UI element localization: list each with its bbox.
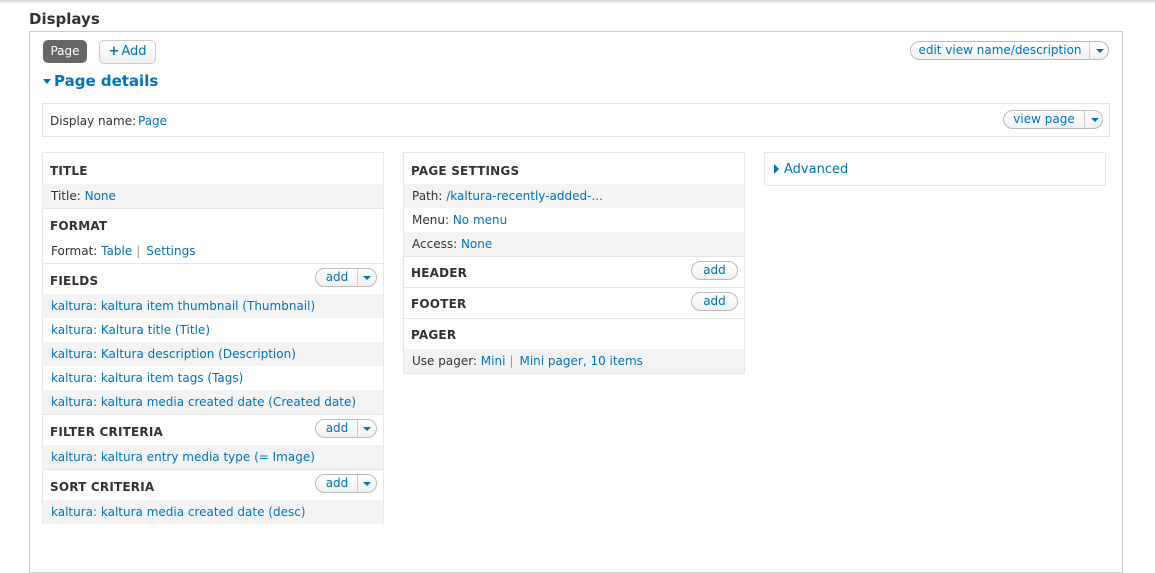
page-settings-heading: PAGE SETTINGS: [411, 164, 520, 178]
pager-settings-link[interactable]: Mini pager, 10 items: [519, 354, 642, 368]
filter-link[interactable]: kaltura: kaltura entry media type (= Ima…: [51, 450, 315, 464]
format-heading: FORMAT: [50, 219, 108, 233]
sort-criteria-heading: SORT CRITERIA: [50, 480, 155, 494]
chevron-down-icon[interactable]: [357, 420, 376, 437]
chevron-down-icon[interactable]: [1089, 42, 1108, 59]
access-row: Access: None: [404, 232, 744, 256]
pager-type-link[interactable]: Mini: [481, 354, 506, 368]
displays-heading: Displays: [29, 10, 100, 28]
advanced-label: Advanced: [784, 162, 849, 177]
pager-row: Use pager: Mini | Mini pager, 10 items: [404, 349, 744, 373]
display-name-bar: Display name: Page: [42, 103, 1110, 137]
chevron-down-icon[interactable]: [357, 269, 376, 286]
filter-item: kaltura: kaltura entry media type (= Ima…: [43, 445, 383, 469]
field-item: kaltura: kaltura item tags (Tags): [43, 366, 383, 390]
pager-label: Use pager:: [412, 354, 477, 368]
menu-row: Menu: No menu: [404, 208, 744, 232]
divider: [43, 208, 383, 209]
add-display-label: Add: [121, 44, 147, 59]
triangle-right-icon: [774, 164, 779, 174]
field-item: kaltura: Kaltura title (Title): [43, 318, 383, 342]
divider: [404, 287, 744, 288]
title-row: Title: None: [43, 184, 383, 208]
fields-heading: FIELDS: [50, 274, 99, 288]
header-heading: HEADER: [411, 266, 468, 280]
add-label: add: [703, 263, 726, 277]
menu-label: Menu:: [412, 213, 449, 227]
separator: |: [136, 244, 141, 258]
title-heading: TITLE: [50, 164, 88, 178]
divider: [404, 256, 744, 257]
sort-add-button[interactable]: add: [315, 474, 377, 493]
chevron-down-icon[interactable]: [1084, 111, 1103, 128]
display-name-link[interactable]: Page: [138, 114, 167, 128]
add-label: add: [703, 294, 726, 308]
sort-link[interactable]: kaltura: kaltura media created date (des…: [51, 505, 306, 519]
field-link[interactable]: kaltura: Kaltura title (Title): [51, 323, 210, 337]
plus-icon: +: [108, 44, 120, 59]
triangle-down-icon: [43, 79, 51, 84]
edit-view-name-button[interactable]: edit view name/description: [910, 41, 1109, 60]
format-settings-link[interactable]: Settings: [146, 244, 195, 258]
divider: [404, 318, 744, 319]
path-row: Path: /kaltura-recently-added-...: [404, 184, 744, 208]
access-link[interactable]: None: [461, 237, 492, 251]
display-name-label: Display name:: [50, 114, 137, 128]
field-link[interactable]: kaltura: kaltura item thumbnail (Thumbna…: [51, 299, 315, 313]
header-add-button[interactable]: add: [691, 261, 738, 280]
add-label: add: [325, 270, 349, 284]
top-shadow: [0, 0, 1155, 4]
format-label: Format:: [51, 244, 98, 258]
field-link[interactable]: kaltura: Kaltura description (Descriptio…: [51, 347, 296, 361]
field-link[interactable]: kaltura: kaltura media created date (Cre…: [51, 395, 356, 409]
tab-page[interactable]: Page: [43, 40, 87, 63]
footer-add-button[interactable]: add: [691, 292, 738, 311]
separator: |: [509, 354, 514, 368]
page-details-label: Page details: [54, 72, 159, 90]
view-page-button[interactable]: view page: [1003, 110, 1103, 129]
fields-add-button[interactable]: add: [315, 268, 377, 287]
divider: [43, 469, 383, 470]
field-link[interactable]: kaltura: kaltura item tags (Tags): [51, 371, 243, 385]
path-label: Path:: [412, 189, 443, 203]
menu-link[interactable]: No menu: [453, 213, 507, 227]
format-row: Format: Table | Settings: [43, 239, 383, 263]
edit-view-name-label: edit view name/description: [918, 43, 1082, 57]
add-label: add: [325, 421, 349, 435]
field-item: kaltura: Kaltura description (Descriptio…: [43, 342, 383, 366]
field-item: kaltura: kaltura item thumbnail (Thumbna…: [43, 294, 383, 318]
title-value-link[interactable]: None: [85, 189, 116, 203]
add-label: add: [325, 476, 349, 490]
filter-add-button[interactable]: add: [315, 419, 377, 438]
field-item: kaltura: kaltura media created date (Cre…: [43, 390, 383, 414]
divider: [43, 414, 383, 415]
pager-heading: PAGER: [411, 328, 457, 342]
page-details-toggle[interactable]: Page details: [43, 72, 158, 90]
view-page-label: view page: [1013, 112, 1075, 126]
chevron-down-icon[interactable]: [357, 475, 376, 492]
path-link[interactable]: /kaltura-recently-added-...: [446, 189, 603, 203]
footer-heading: FOOTER: [411, 297, 467, 311]
add-display-button[interactable]: + Add: [99, 40, 156, 64]
access-label: Access:: [412, 237, 458, 251]
divider: [43, 263, 383, 264]
filter-criteria-heading: FILTER CRITERIA: [50, 425, 164, 439]
title-label: Title:: [51, 189, 81, 203]
advanced-toggle[interactable]: Advanced: [764, 152, 1106, 186]
format-value-link[interactable]: Table: [101, 244, 132, 258]
left-column: TITLE Title: None FORMAT Format: Table | S…: [42, 152, 384, 524]
sort-item: kaltura: kaltura media created date (des…: [43, 500, 383, 524]
